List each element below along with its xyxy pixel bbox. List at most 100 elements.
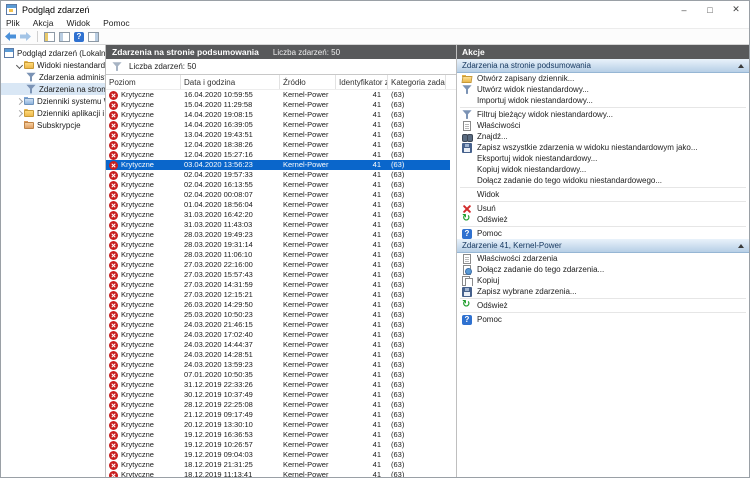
table-row[interactable]: Krytyczne15.04.2020 11:29:58Kernel-Power… [106, 100, 450, 110]
table-row[interactable]: Krytyczne13.04.2020 19:43:51Kernel-Power… [106, 130, 450, 140]
action-item[interactable]: Kopiuj widok niestandardowy... [457, 164, 749, 175]
action-item[interactable]: Zapisz wybrane zdarzenia... [457, 286, 749, 297]
action-item[interactable]: Utwórz widok niestandardowy... [457, 84, 749, 95]
expander-icon[interactable] [15, 97, 24, 106]
column-header-4[interactable]: Kategoria zada... [388, 75, 446, 89]
column-header-2[interactable]: Źródło [280, 75, 336, 89]
table-row[interactable]: Krytyczne28.12.2019 22:25:08Kernel-Power… [106, 400, 450, 410]
table-row[interactable]: Krytyczne27.03.2020 14:31:59Kernel-Power… [106, 280, 450, 290]
sidebar-item[interactable]: Zdarzenia administracyjne [1, 71, 105, 83]
sidebar-item[interactable]: Zdarzenia na stronie podsumowania [1, 83, 105, 95]
console-tree-toggle-icon[interactable] [44, 32, 55, 42]
menu-plik[interactable]: Plik [6, 18, 20, 28]
action-item[interactable]: Usuń [457, 203, 749, 214]
table-row[interactable]: Krytyczne24.03.2020 21:46:15Kernel-Power… [106, 320, 450, 330]
collapse-icon[interactable] [738, 244, 744, 248]
table-row[interactable]: Krytyczne02.04.2020 19:57:33Kernel-Power… [106, 170, 450, 180]
table-row[interactable]: Krytyczne01.04.2020 18:56:04Kernel-Power… [106, 200, 450, 210]
table-row[interactable]: Krytyczne18.12.2019 11:13:41Kernel-Power… [106, 470, 450, 477]
action-item[interactable]: Odśwież [457, 214, 749, 225]
sidebar-item[interactable]: Widoki niestandardowe [1, 59, 105, 71]
event-id-cell: 41 [336, 170, 388, 180]
table-row[interactable]: Krytyczne07.01.2020 10:50:35Kernel-Power… [106, 370, 450, 380]
table-row[interactable]: Krytyczne18.12.2019 21:31:25Kernel-Power… [106, 460, 450, 470]
table-row[interactable]: Krytyczne27.03.2020 22:16:00Kernel-Power… [106, 260, 450, 270]
table-row[interactable]: Krytyczne27.03.2020 12:15:21Kernel-Power… [106, 290, 450, 300]
action-item[interactable]: Dołącz zadanie do tego widoku niestandar… [457, 175, 749, 186]
table-row[interactable]: Krytyczne20.12.2019 13:30:10Kernel-Power… [106, 420, 450, 430]
action-item[interactable]: Importuj widok niestandardowy... [457, 95, 749, 106]
action-item[interactable]: Pomoc [457, 314, 749, 325]
minimize-button[interactable]: – [671, 1, 697, 18]
table-row[interactable]: Krytyczne24.03.2020 14:44:37Kernel-Power… [106, 340, 450, 350]
expander-icon[interactable] [15, 61, 24, 70]
sidebar-item[interactable]: Dzienniki systemu Windows [1, 95, 105, 107]
table-row[interactable]: Krytyczne31.03.2020 11:43:03Kernel-Power… [106, 220, 450, 230]
filter-icon [26, 84, 36, 94]
table-row[interactable]: Krytyczne21.12.2019 09:17:49Kernel-Power… [106, 410, 450, 420]
table-row[interactable]: Krytyczne26.03.2020 14:29:50Kernel-Power… [106, 300, 450, 310]
table-row[interactable]: Krytyczne14.04.2020 19:08:15Kernel-Power… [106, 110, 450, 120]
action-item[interactable]: Właściwości [457, 120, 749, 131]
action-item[interactable]: Filtruj bieżący widok niestandardowy... [457, 109, 749, 120]
column-header-0[interactable]: Poziom [106, 75, 181, 89]
table-row[interactable]: Krytyczne28.03.2020 11:06:10Kernel-Power… [106, 250, 450, 260]
action-item[interactable]: Właściwości zdarzenia [457, 253, 749, 264]
action-item[interactable]: Eksportuj widok niestandardowy... [457, 153, 749, 164]
help-icon[interactable] [74, 32, 84, 42]
action-pane-toggle-icon[interactable] [88, 32, 99, 42]
table-row[interactable]: Krytyczne12.04.2020 18:38:26Kernel-Power… [106, 140, 450, 150]
action-item[interactable]: Otwórz zapisany dziennik... [457, 73, 749, 84]
table-row[interactable]: Krytyczne27.03.2020 15:57:43Kernel-Power… [106, 270, 450, 280]
menu-pomoc[interactable]: Pomoc [103, 18, 129, 28]
action-section-header[interactable]: Zdarzenie 41, Kernel-Power [457, 239, 749, 253]
action-item[interactable]: Dołącz zadanie do tego zdarzenia... [457, 264, 749, 275]
task-category-cell: (63) [388, 230, 446, 240]
event-id-cell: 41 [336, 470, 388, 477]
collapse-icon[interactable] [738, 64, 744, 68]
event-id-cell: 41 [336, 290, 388, 300]
forward-icon[interactable] [20, 32, 31, 41]
table-row[interactable]: Krytyczne19.12.2019 16:36:53Kernel-Power… [106, 430, 450, 440]
table-row[interactable]: Krytyczne16.04.2020 10:59:55Kernel-Power… [106, 90, 450, 100]
sidebar-item[interactable]: Podgląd zdarzeń (Lokalny) [1, 47, 105, 59]
table-row[interactable]: Krytyczne12.04.2020 15:27:16Kernel-Power… [106, 150, 450, 160]
table-row[interactable]: Krytyczne19.12.2019 09:04:03Kernel-Power… [106, 450, 450, 460]
table-row[interactable]: Krytyczne14.04.2020 16:39:05Kernel-Power… [106, 120, 450, 130]
table-row[interactable]: Krytyczne24.03.2020 17:02:40Kernel-Power… [106, 330, 450, 340]
menu-widok[interactable]: Widok [67, 18, 91, 28]
table-row[interactable]: Krytyczne28.03.2020 19:31:14Kernel-Power… [106, 240, 450, 250]
action-item[interactable]: Kopiuj [457, 275, 749, 286]
table-row[interactable]: Krytyczne24.03.2020 13:59:23Kernel-Power… [106, 360, 450, 370]
table-row[interactable]: Krytyczne02.04.2020 00:08:07Kernel-Power… [106, 190, 450, 200]
table-row[interactable]: Krytyczne31.03.2020 16:42:20Kernel-Power… [106, 210, 450, 220]
action-section-header[interactable]: Zdarzenia na stronie podsumowania [457, 59, 749, 73]
table-row[interactable]: Krytyczne02.04.2020 16:13:55Kernel-Power… [106, 180, 450, 190]
action-item[interactable]: Widok [457, 189, 749, 200]
sidebar-item[interactable]: Subskrypcje [1, 119, 105, 131]
task-category-cell: (63) [388, 250, 446, 260]
table-row[interactable]: Krytyczne30.12.2019 10:37:49Kernel-Power… [106, 390, 450, 400]
table-row[interactable]: Krytyczne31.12.2019 22:33:26Kernel-Power… [106, 380, 450, 390]
close-button[interactable]: ✕ [723, 1, 749, 18]
show-hide-icon[interactable] [59, 32, 70, 42]
table-row[interactable]: Krytyczne24.03.2020 14:28:51Kernel-Power… [106, 350, 450, 360]
column-header-row: PoziomData i godzinaŹródłoIdentyfikator … [106, 75, 456, 90]
column-header-3[interactable]: Identyfikator z... [336, 75, 388, 89]
back-icon[interactable] [5, 32, 16, 41]
table-row[interactable]: Krytyczne25.03.2020 10:50:23Kernel-Power… [106, 310, 450, 320]
table-row[interactable]: Krytyczne03.04.2020 13:56:23Kernel-Power… [106, 160, 450, 170]
expander-icon[interactable] [15, 109, 24, 118]
table-row[interactable]: Krytyczne28.03.2020 19:49:23Kernel-Power… [106, 230, 450, 240]
table-row[interactable]: Krytyczne19.12.2019 10:26:57Kernel-Power… [106, 440, 450, 450]
menu-akcja[interactable]: Akcja [33, 18, 54, 28]
critical-icon [109, 271, 118, 280]
sidebar-item-label: Widoki niestandardowe [37, 61, 105, 70]
column-header-1[interactable]: Data i godzina [181, 75, 280, 89]
sidebar-item[interactable]: Dzienniki aplikacji i usług [1, 107, 105, 119]
action-item[interactable]: Pomoc [457, 228, 749, 239]
maximize-button[interactable]: □ [697, 1, 723, 18]
action-item[interactable]: Odśwież [457, 300, 749, 311]
action-item[interactable]: Zapisz wszystkie zdarzenia w widoku nies… [457, 142, 749, 153]
action-item[interactable]: Znajdź... [457, 131, 749, 142]
